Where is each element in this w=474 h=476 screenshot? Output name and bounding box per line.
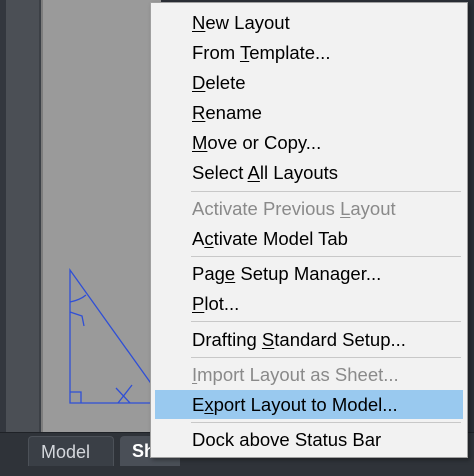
angle-mark-bottom <box>115 384 133 404</box>
menu-item-page-setup-manager[interactable]: Page Setup Manager... <box>155 259 463 288</box>
menu-item-new-layout[interactable]: New Layout <box>155 8 463 37</box>
right-angle-mark <box>70 391 82 403</box>
menu-item-drafting-standard-setup[interactable]: Drafting Standard Setup... <box>155 325 463 354</box>
menu-item-rename[interactable]: Rename <box>155 98 463 127</box>
menu-item-from-template[interactable]: From Template... <box>155 38 463 67</box>
menu-separator <box>191 321 461 322</box>
menu-item-activate-previous-layout: Activate Previous Layout <box>192 198 396 219</box>
paper-border <box>41 0 43 432</box>
menu-item-activate-model-tab[interactable]: Activate Model Tab <box>155 224 463 253</box>
menu-item-move-or-copy[interactable]: Move or Copy... <box>155 128 463 157</box>
drawing-area-margin <box>6 0 40 432</box>
menu-item-delete[interactable]: Delete <box>155 68 463 97</box>
tab-model[interactable]: Model <box>28 436 114 466</box>
menu-separator <box>191 256 461 257</box>
menu-separator <box>191 191 461 192</box>
menu-item-plot[interactable]: Plot... <box>155 289 463 318</box>
menu-separator <box>191 422 461 423</box>
menu-item-dock-above-status-bar[interactable]: Dock above Status Bar <box>155 425 463 454</box>
layout-context-menu: New Layout From Template... Delete Renam… <box>150 2 468 458</box>
menu-separator <box>191 357 461 358</box>
menu-item-export-layout-to-model[interactable]: Export Layout to Model... <box>155 390 463 419</box>
menu-item-select-all-layouts[interactable]: Select All Layouts <box>155 158 463 187</box>
menu-item-import-layout-as-sheet: Import Layout as Sheet... <box>192 364 399 385</box>
angle-mark-top <box>69 294 87 327</box>
